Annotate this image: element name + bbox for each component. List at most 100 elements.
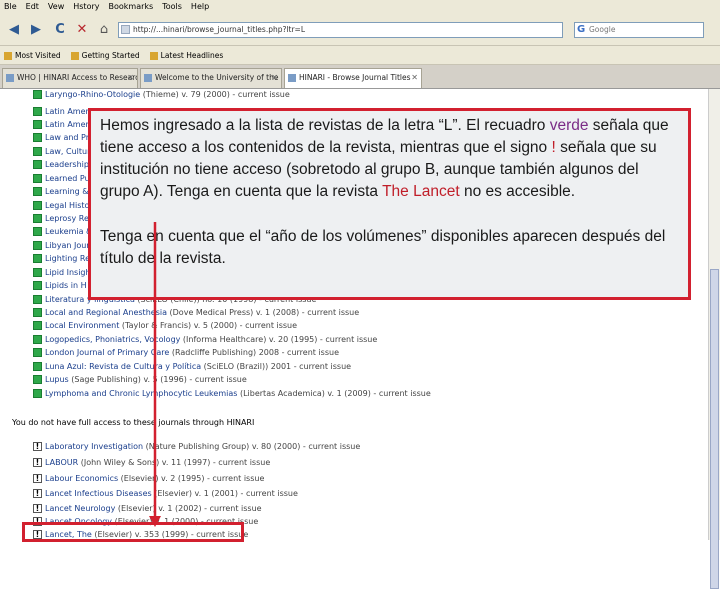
menu-help[interactable]: Help — [191, 2, 209, 11]
journal-title-link[interactable]: Lymphoma and Chronic Lymphocytic Leukemi… — [45, 388, 431, 399]
menu-history[interactable]: Hstory — [73, 2, 99, 11]
tab-hinari-browse[interactable]: HINARI - Browse Journal Titles ✕ — [284, 68, 422, 88]
journal-detail: (Dove Medical Press) v. 1 (2008) - curre… — [166, 308, 360, 317]
journal-title-link[interactable]: Leadership — [45, 159, 89, 170]
access-granted-icon — [33, 174, 42, 183]
close-tab-icon[interactable]: ✕ — [411, 69, 418, 87]
journal-detail: (Sage Publishing) v. 5 (1996) - current … — [68, 375, 247, 384]
address-text: http://...hinari/browse_journal_titles.p… — [133, 25, 306, 34]
scrollbar-thumb[interactable] — [710, 269, 719, 589]
journal-title-link[interactable]: Laboratory Investigation (Nature Publish… — [45, 441, 360, 452]
close-tab-icon[interactable]: ✕ — [127, 69, 134, 87]
search-input[interactable]: G Google — [574, 22, 704, 38]
journal-title-link[interactable]: Local Environment (Taylor & Francis) v. … — [45, 320, 297, 331]
menu-tools[interactable]: Tools — [162, 2, 182, 11]
journal-title-link[interactable]: Latin Amer — [45, 106, 89, 117]
journal-title-text: Lupus — [45, 375, 69, 384]
journal-title-text: Latin Amer — [45, 120, 89, 129]
menu-view[interactable]: Vew — [48, 2, 64, 11]
journal-detail: (SciELO (Brazil)) 2001 - current issue — [201, 362, 352, 371]
bookmark-latest-headlines[interactable]: Latest Headlines — [149, 50, 224, 60]
journal-title-text: Laboratory Investigation — [45, 442, 144, 451]
access-granted-icon — [33, 120, 42, 129]
journal-title-text: Leadership — [45, 160, 89, 169]
bookmark-icon — [70, 51, 79, 60]
journal-title-link[interactable]: Lancet Infectious Diseases (Elsevier) v.… — [45, 488, 298, 499]
journal-title-text: Lymphoma and Chronic Lymphocytic Leukemi… — [45, 389, 238, 398]
journal-title-link[interactable]: Local and Regional Anesthesia (Dove Medi… — [45, 307, 359, 318]
journal-title-link[interactable]: Learned Pu — [45, 173, 90, 184]
journal-detail: (Nature Publishing Group) v. 80 (2000) -… — [143, 442, 361, 451]
access-granted-icon — [33, 362, 42, 371]
access-granted-icon — [33, 147, 42, 156]
no-access-icon: ! — [33, 458, 42, 467]
tab-university[interactable]: Welcome to the University of the West...… — [140, 68, 282, 88]
journal-title-link[interactable]: Law and Pr — [45, 132, 89, 143]
journal-title-link[interactable]: Luna Azul: Revista de Cultura y Política… — [45, 361, 351, 372]
access-granted-icon — [33, 227, 42, 236]
journal-detail: (Elsevier) v. 1 (2002) - current issue — [115, 504, 262, 513]
instruction-callout: Hemos ingresado a la lista de revistas d… — [88, 108, 691, 300]
bookmark-getting-started[interactable]: Getting Started — [70, 51, 140, 60]
access-granted-icon — [33, 254, 42, 263]
journal-title-text: Leprosy Re — [45, 214, 89, 223]
journal-title-text: Libyan Jour — [45, 241, 90, 250]
bookmark-label: Latest Headlines — [160, 50, 224, 60]
back-arrow-icon[interactable]: ◀ — [6, 22, 22, 38]
journal-title-link[interactable]: Leukemia & — [45, 226, 92, 237]
access-granted-icon — [33, 214, 42, 223]
bookmarks-toolbar: Most Visited Getting Started Latest Head… — [0, 46, 720, 65]
journal-title-link[interactable]: Latin Amer — [45, 119, 89, 130]
journal-title-text: Legal Histo — [45, 201, 90, 210]
journal-title-link[interactable]: Lipids in H — [45, 280, 87, 291]
journal-title-link[interactable]: Lipid Insigh — [45, 267, 91, 278]
menu-edit[interactable]: Edt — [26, 2, 39, 11]
journal-title-text: Lipid Insigh — [45, 268, 91, 277]
reload-icon[interactable]: C — [52, 22, 68, 38]
journal-title-link[interactable]: Libyan Jour — [45, 240, 90, 251]
journal-detail: (Radcliffe Publishing) 2008 - current is… — [169, 348, 339, 357]
stop-icon[interactable]: ✕ — [74, 22, 90, 38]
journal-title-text: Local and Regional Anesthesia — [45, 308, 167, 317]
vertical-scrollbar[interactable] — [708, 89, 720, 589]
journal-title-link[interactable]: Legal Histo — [45, 200, 89, 211]
rss-icon — [149, 51, 158, 60]
tab-label: WHO | HINARI Access to Research in... — [17, 73, 137, 82]
lancet-highlight-box — [22, 522, 244, 542]
access-granted-icon — [33, 335, 42, 344]
access-granted-icon — [33, 107, 42, 116]
access-granted-icon — [33, 268, 42, 277]
journal-title-text: Law and Pr — [45, 133, 90, 142]
journal-detail: (John Wiley & Sons) v. 11 (1997) - curre… — [78, 458, 271, 467]
menu-bookmarks[interactable]: Bookmarks — [109, 2, 154, 11]
journal-title-link[interactable]: Laryngo-Rhino-Otologie (Thieme) v. 79 (2… — [45, 89, 290, 100]
bookmark-icon — [4, 51, 12, 60]
journal-title-link[interactable]: Lancet Neurology (Elsevier) v. 1 (2002) … — [45, 503, 262, 514]
menu-file[interactable]: Ble — [4, 2, 17, 11]
bookmark-most-visited[interactable]: Most Visited — [4, 51, 61, 60]
journal-title-link[interactable]: Law, Cultur — [45, 146, 90, 157]
journal-title-link[interactable]: Logopedics, Phoniatrics, Vocology (Infor… — [45, 334, 377, 345]
journal-title-link[interactable]: Learning & — [45, 186, 89, 197]
journal-title-link[interactable]: Lighting Re — [45, 253, 90, 264]
journal-title-link[interactable]: Leprosy Re — [45, 213, 89, 224]
journal-title-text: Local Environment — [45, 321, 120, 330]
address-bar[interactable]: http://...hinari/browse_journal_titles.p… — [118, 22, 563, 38]
journal-title-link[interactable]: LABOUR (John Wiley & Sons) v. 11 (1997) … — [45, 457, 270, 468]
close-tab-icon[interactable]: ✕ — [271, 69, 278, 87]
no-access-icon: ! — [33, 504, 42, 513]
journal-title-link[interactable]: London Journal of Primary Care (Radcliff… — [45, 347, 339, 358]
journal-title-text: Lancet Infectious Diseases — [45, 489, 152, 498]
journal-title-link[interactable]: Labour Economics (Elsevier) v. 2 (1995) … — [45, 473, 264, 484]
forward-arrow-icon[interactable]: ▶ — [28, 22, 44, 38]
journal-title-link[interactable]: Lupus (Sage Publishing) v. 5 (1996) - cu… — [45, 374, 247, 385]
journal-title-text: Leukemia & — [45, 227, 93, 236]
journal-title-text: Learned Pu — [45, 174, 90, 183]
home-icon[interactable]: ⌂ — [96, 22, 112, 38]
google-icon: G — [577, 24, 586, 35]
callout-text: Hemos ingresado a la lista de revistas d… — [100, 117, 550, 134]
journal-title-text: Laryngo-Rhino-Otologie — [45, 90, 141, 99]
tab-who-hinari[interactable]: WHO | HINARI Access to Research in... ✕ — [2, 68, 138, 88]
access-granted-icon — [33, 281, 42, 290]
callout-green-word: verde — [549, 117, 589, 134]
